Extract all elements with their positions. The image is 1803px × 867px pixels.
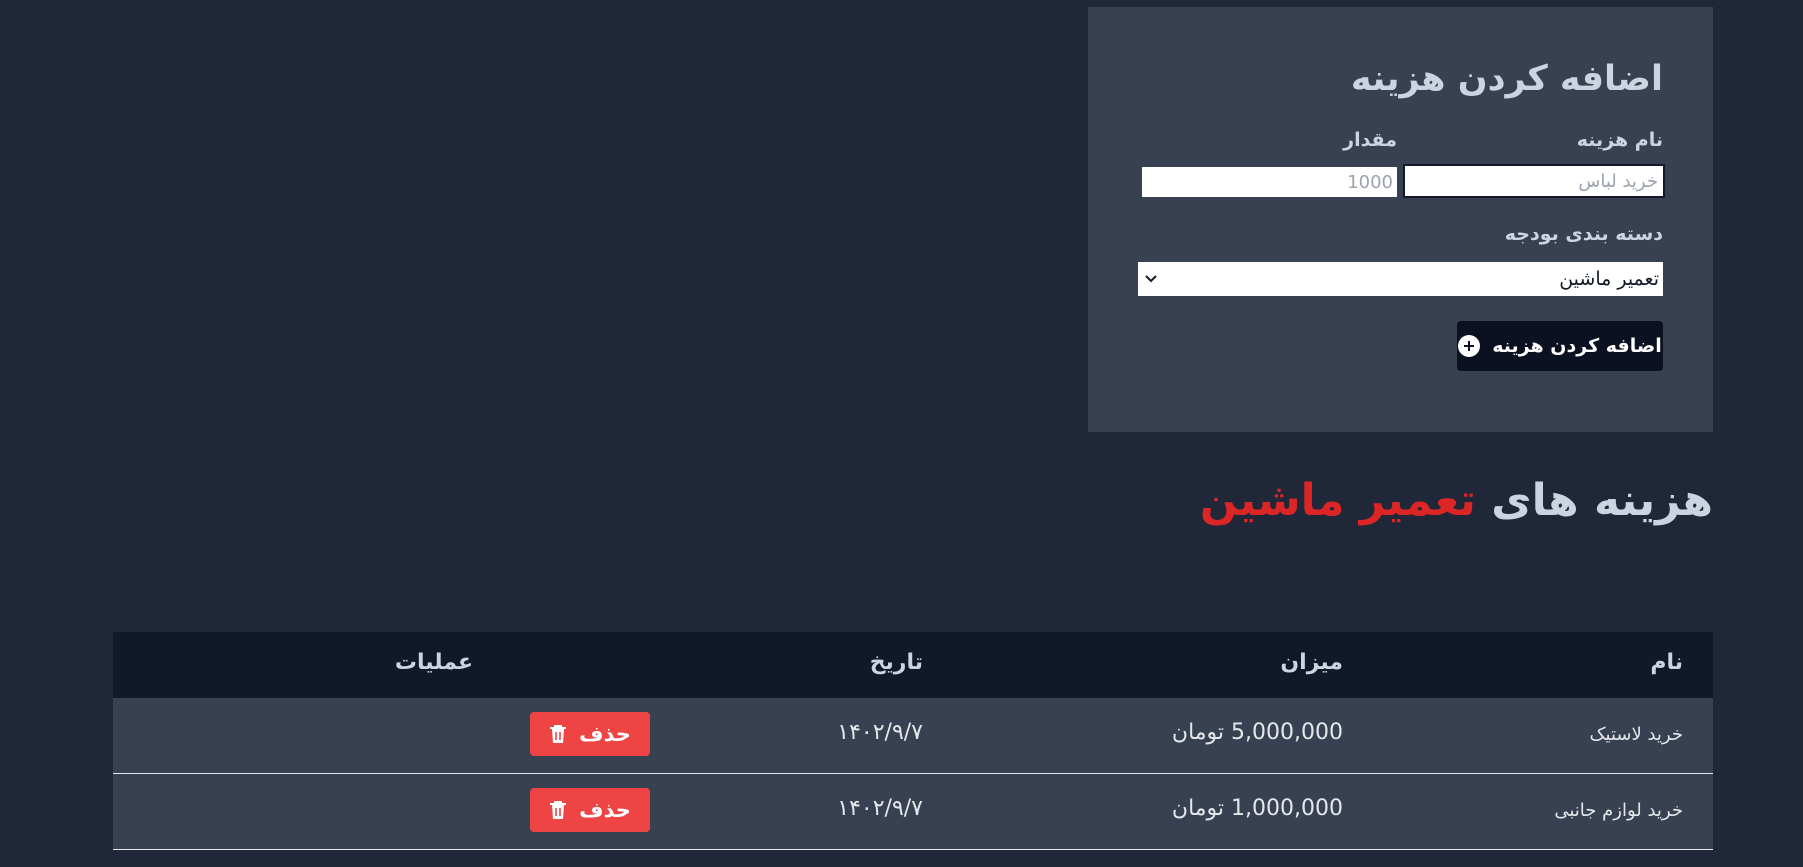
delete-button[interactable]: حذف [530, 788, 650, 832]
chevron-down-icon [1144, 272, 1158, 286]
budget-category-select[interactable]: تعمیر ماشین [1138, 262, 1663, 296]
add-expense-button[interactable]: اضافه کردن هزینه [1457, 321, 1663, 371]
table-row: خرید لوازم جانبی 1,000,000 تومان ۱۴۰۲/۹/… [113, 774, 1713, 850]
row-date: ۱۴۰۲/۹/۷ [837, 796, 923, 821]
table-header: نام میزان تاریخ عملیات [113, 632, 1713, 698]
row-name: خرید لاستیک [1589, 724, 1683, 745]
row-amount: 5,000,000 تومان [1171, 720, 1343, 745]
add-expense-button-label: اضافه کردن هزینه [1492, 335, 1662, 357]
expense-name-input[interactable] [1403, 164, 1665, 198]
header-actions: عملیات [394, 650, 473, 675]
expense-amount-label: مقدار [1343, 129, 1397, 151]
table-row: خرید لاستیک 5,000,000 تومان ۱۴۰۲/۹/۷ حذف [113, 698, 1713, 774]
budget-category-label: دسته بندی بودجه [1504, 223, 1663, 245]
delete-button-label: حذف [579, 722, 631, 746]
expenses-section-title: هزینه های تعمیر ماشین [1200, 475, 1713, 526]
row-date: ۱۴۰۲/۹/۷ [837, 720, 923, 745]
expense-amount-input[interactable] [1142, 167, 1397, 197]
row-name: خرید لوازم جانبی [1554, 800, 1683, 821]
plus-circle-icon [1458, 335, 1481, 357]
delete-button-label: حذف [579, 798, 631, 822]
trash-icon [549, 800, 567, 820]
budget-category-selected-value: تعمیر ماشین [1559, 268, 1659, 290]
delete-button[interactable]: حذف [530, 712, 650, 756]
section-title-prefix: هزینه های [1491, 475, 1713, 526]
section-title-category: تعمیر ماشین [1199, 475, 1476, 526]
header-date: تاریخ [869, 650, 923, 675]
form-title: اضافه کردن هزینه [1350, 59, 1663, 99]
expenses-table: نام میزان تاریخ عملیات خرید لاستیک 5,000… [113, 632, 1713, 850]
add-expense-card: اضافه کردن هزینه نام هزینه مقدار دسته بن… [1088, 7, 1713, 432]
header-amount: میزان [1280, 650, 1343, 675]
header-name: نام [1650, 650, 1683, 675]
row-amount: 1,000,000 تومان [1171, 796, 1343, 821]
trash-icon [549, 724, 567, 744]
page: اضافه کردن هزینه نام هزینه مقدار دسته بن… [0, 0, 1803, 867]
expense-name-label: نام هزینه [1576, 129, 1663, 151]
